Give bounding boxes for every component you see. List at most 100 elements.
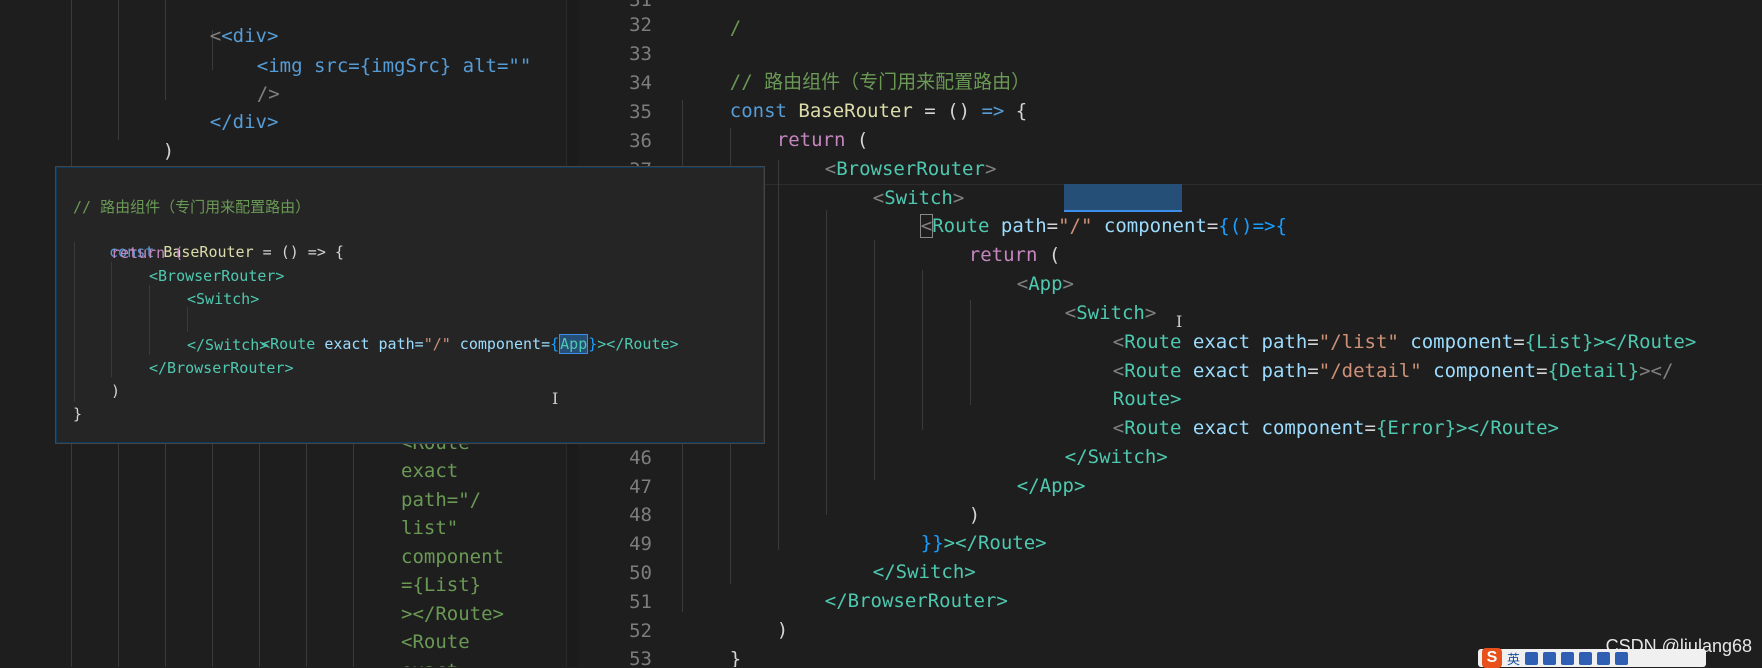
jsx-tag: </BrowserRouter>: [824, 590, 1008, 612]
code-token: = () => {: [253, 243, 344, 261]
code-line: ): [731, 588, 788, 641]
attr-name: component=: [450, 335, 551, 353]
punctuation-icon[interactable]: [1525, 651, 1539, 665]
mic-icon[interactable]: [1561, 651, 1575, 665]
ibeam-cursor-icon: I: [1176, 312, 1183, 331]
keyboard-icon[interactable]: [1579, 651, 1593, 665]
code-line: </div>: [164, 80, 279, 133]
jsx-tag: </Switch>: [187, 336, 269, 354]
arrow: =>: [981, 100, 1005, 122]
code-line: <<div>: [209, 25, 279, 47]
code-token: = (): [912, 100, 982, 122]
line-number: 32: [629, 14, 652, 36]
line-number: 35: [629, 101, 652, 123]
indent-guide: [118, 440, 119, 667]
attr-value: {Error}: [1375, 417, 1457, 439]
code-line: const BaseRouter = () => {: [73, 219, 344, 261]
indent-guide: [778, 160, 779, 550]
attr-name: component: [1261, 417, 1365, 439]
brace: }: [729, 648, 742, 667]
code-line: // 路由组件（专门用来配置路由）: [684, 40, 1030, 93]
line-number: 50: [629, 562, 652, 584]
attr-value: {()=>{: [1218, 215, 1287, 237]
indent-guide: [306, 440, 307, 667]
indent-guide: [874, 240, 875, 480]
code-line: const BaseRouter = () => {: [684, 69, 1027, 122]
code-line: <Switch>: [872, 187, 965, 209]
code-line: return (: [968, 244, 1061, 266]
wrapped-line: <Route: [401, 631, 470, 653]
code-line: <Route path="/" component={()=>{: [919, 214, 1287, 238]
attr-name: exact: [1192, 360, 1251, 382]
return-line: return (: [111, 244, 184, 262]
line-number: 49: [629, 533, 652, 555]
wrapped-line: component: [401, 546, 504, 568]
ime-toolbar[interactable]: S 英: [1478, 648, 1706, 668]
jsx-tag: ></Route>: [597, 335, 679, 353]
line-number: 51: [629, 591, 652, 613]
indent-guide: [165, 440, 166, 667]
line-number: 48: [629, 504, 652, 526]
line-number: 47: [629, 476, 652, 498]
wrapped-line: ></Route>: [401, 603, 504, 625]
jsx-tag: </BrowserRouter>: [149, 359, 294, 377]
code-line: ): [923, 473, 980, 526]
jsx-tag: <BrowserRouter>: [149, 267, 285, 285]
jsx-tag: ></: [1639, 360, 1674, 382]
fragment-top: /: [729, 17, 742, 39]
attr-value: "/": [1058, 215, 1093, 237]
line-number: 52: [629, 620, 652, 642]
wrapped-line: path="/: [401, 489, 482, 511]
jsx-tag: <Route: [261, 335, 316, 353]
brace: }: [73, 405, 83, 423]
code-line: Route>: [1067, 357, 1182, 410]
attr-name: component: [1103, 215, 1207, 237]
peek-definition-popup[interactable]: // 路由组件（专门用来配置路由） const BaseRouter = () …: [55, 166, 765, 444]
ibeam-cursor-icon: I: [552, 389, 559, 408]
code-line: <Route exact component={Error}></Route>: [1112, 417, 1559, 439]
code-line: }: [684, 617, 741, 667]
attr-value: "/detail": [1318, 360, 1422, 382]
sogou-logo-icon[interactable]: S: [1482, 648, 1502, 668]
comment: // 路由组件（专门用来配置路由）: [73, 198, 311, 216]
paren: ): [111, 382, 121, 400]
attr-value: "/": [423, 335, 451, 353]
paren: ): [776, 619, 789, 641]
grid-icon[interactable]: [1615, 651, 1629, 665]
brace: {: [1015, 100, 1028, 122]
code-line: <App>: [1016, 273, 1074, 295]
indent-guide: [212, 440, 213, 667]
jsx-tag: <Switch>: [187, 290, 260, 308]
div-close-tag: </div>: [209, 111, 279, 133]
code-line: <img src={imgSrc} alt="": [211, 24, 532, 77]
line-number: 36: [629, 130, 652, 152]
code-line: </Switch>: [1019, 415, 1168, 468]
line-number: 46: [629, 447, 652, 469]
wrapped-line: ={List}: [401, 574, 482, 596]
indent-guide: [187, 307, 188, 332]
indent-guide: [259, 440, 260, 667]
code-line: }: [70, 138, 127, 191]
attr-name: path: [1261, 360, 1308, 382]
shirt-icon[interactable]: [1597, 651, 1611, 665]
code-line: </Switch>: [827, 530, 976, 583]
attr-name: component: [1433, 360, 1537, 382]
attr-name: exact: [1192, 417, 1251, 439]
indent-guide: [71, 440, 72, 667]
code-line: <Switch>: [1064, 302, 1157, 324]
indent-guide: [149, 285, 150, 355]
wrapped-line: exact: [401, 460, 459, 482]
code-line: <Route exact path="/detail" component={D…: [1112, 360, 1674, 382]
line-number: 53: [629, 648, 652, 667]
ime-language[interactable]: 英: [1507, 649, 1520, 668]
emoji-icon[interactable]: [1543, 651, 1557, 665]
code-line: <Route exact path="/" component={App}></…: [261, 334, 679, 354]
code-line: ): [117, 109, 174, 162]
code-line: /: [684, 0, 741, 39]
indent-guide: [826, 210, 827, 515]
img-line: <img src={imgSrc} alt="": [256, 55, 532, 77]
attr-value: {Detail}: [1547, 360, 1640, 382]
line-number: 33: [629, 43, 652, 65]
jsx-tag: </App>: [1016, 475, 1086, 497]
code-line: />: [211, 52, 280, 105]
